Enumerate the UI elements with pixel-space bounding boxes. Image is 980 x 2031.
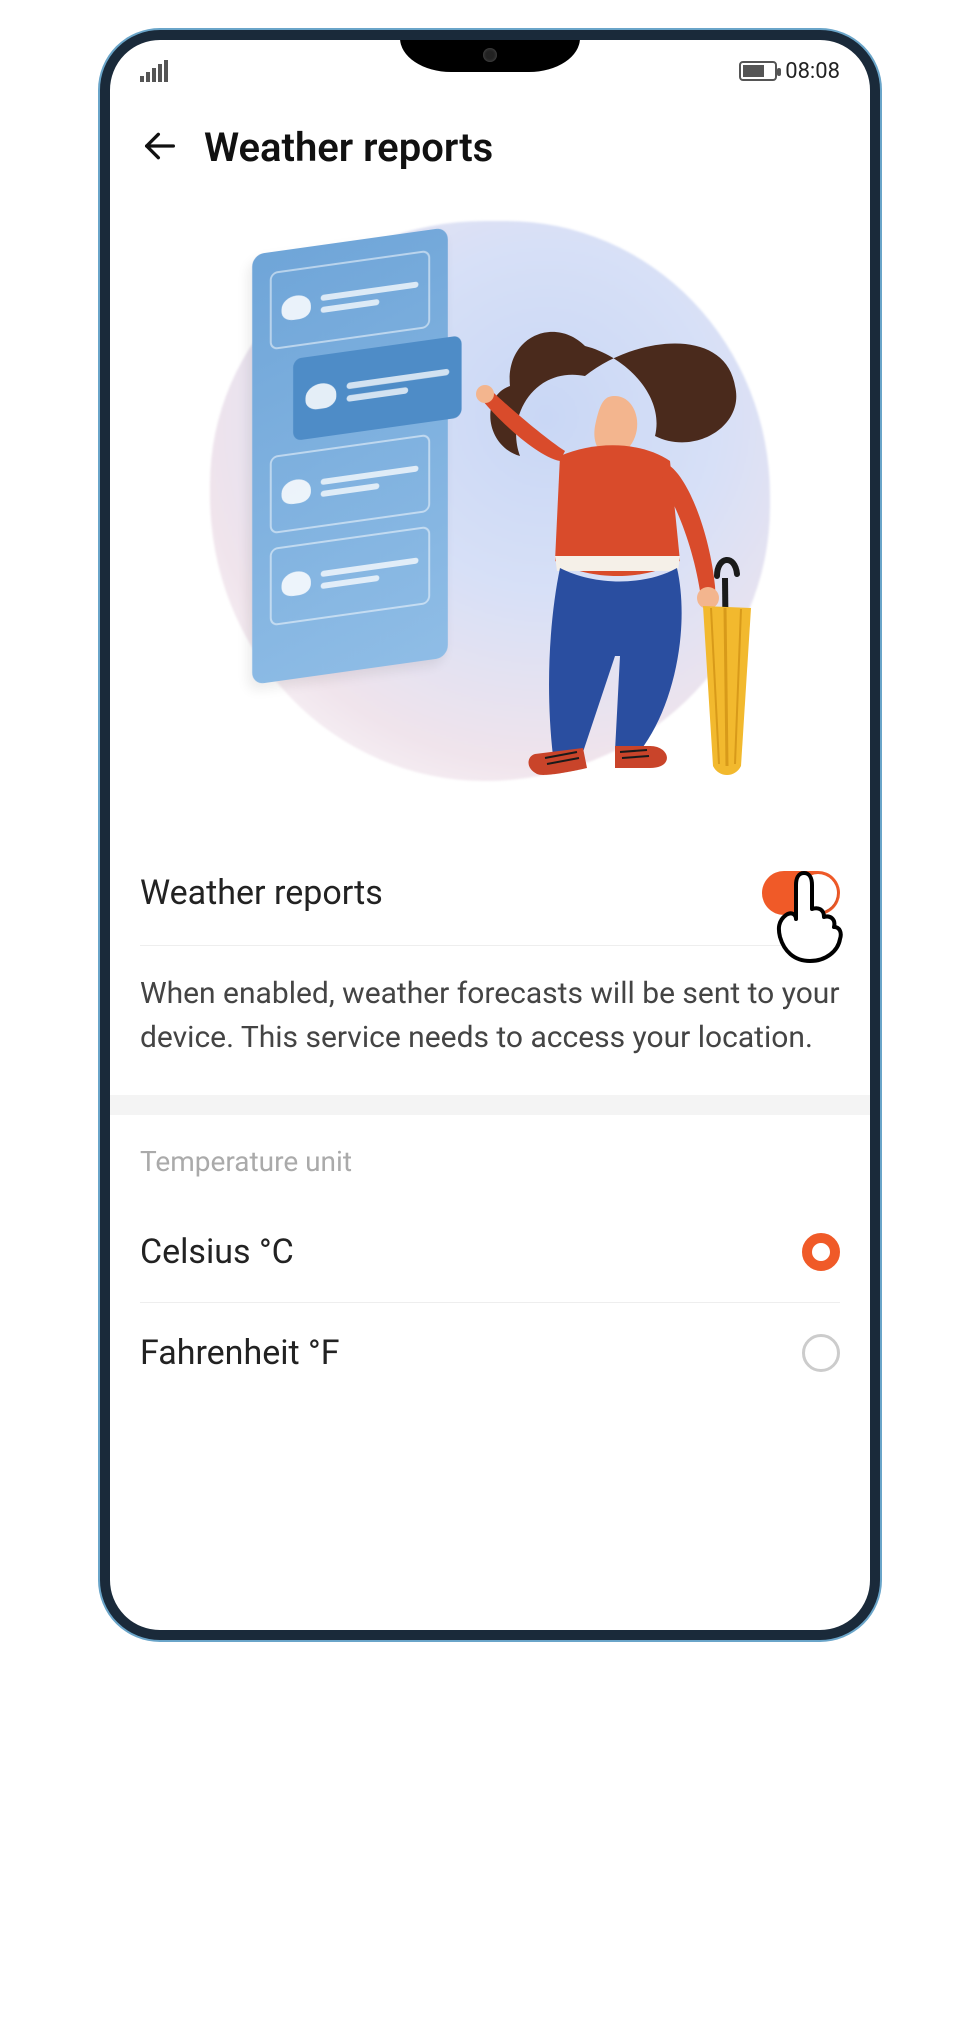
weather-reports-description: When enabled, weather forecasts will be … — [140, 946, 840, 1095]
radio-label: Celsius °C — [140, 1232, 294, 1272]
illustration-weather-panel — [252, 227, 448, 684]
weather-reports-toggle[interactable] — [762, 871, 840, 915]
side-button-large — [878, 560, 880, 730]
radio-icon — [802, 1334, 840, 1372]
illustration — [110, 201, 870, 841]
weather-reports-label: Weather reports — [140, 873, 383, 913]
side-button-small — [878, 320, 880, 400]
battery-icon — [739, 61, 777, 81]
radio-icon — [802, 1233, 840, 1271]
notch — [400, 38, 580, 72]
temperature-unit-title: Temperature unit — [140, 1115, 840, 1202]
back-button[interactable] — [140, 126, 180, 170]
header: Weather reports — [110, 88, 870, 201]
section-divider — [110, 1095, 870, 1115]
signal-icon — [140, 60, 168, 82]
radio-row-fahrenheit[interactable]: Fahrenheit °F — [140, 1303, 840, 1403]
illustration-woman — [465, 306, 765, 786]
status-time: 08:08 — [785, 59, 840, 84]
phone-frame: 08:08 Weather reports — [100, 30, 880, 1640]
weather-reports-row: Weather reports — [140, 841, 840, 946]
page-title: Weather reports — [204, 124, 493, 171]
radio-row-celsius[interactable]: Celsius °C — [140, 1202, 840, 1303]
radio-label: Fahrenheit °F — [140, 1333, 340, 1373]
